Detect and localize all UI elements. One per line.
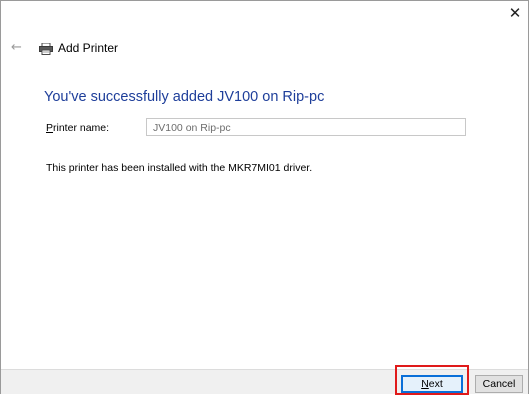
add-printer-window: ✕ ← Add Printer You've successfully adde… [0,0,529,395]
close-icon[interactable]: ✕ [506,4,524,22]
cancel-button[interactable]: Cancel [475,375,523,393]
next-button-highlight-box [395,365,469,395]
driver-installed-note: This printer has been installed with the… [46,162,313,174]
back-arrow-icon[interactable]: ← [11,41,27,55]
printer-icon [39,42,53,55]
printer-name-label: Printer name: [46,122,109,134]
printer-name-label-accelerator: P [46,122,54,134]
success-heading: You've successfully added JV100 on Rip-p… [44,89,325,105]
wizard-title: Add Printer [58,41,119,55]
printer-name-label-text: rinter name: [53,122,110,134]
printer-name-field[interactable]: JV100 on Rip-pc [146,118,466,136]
